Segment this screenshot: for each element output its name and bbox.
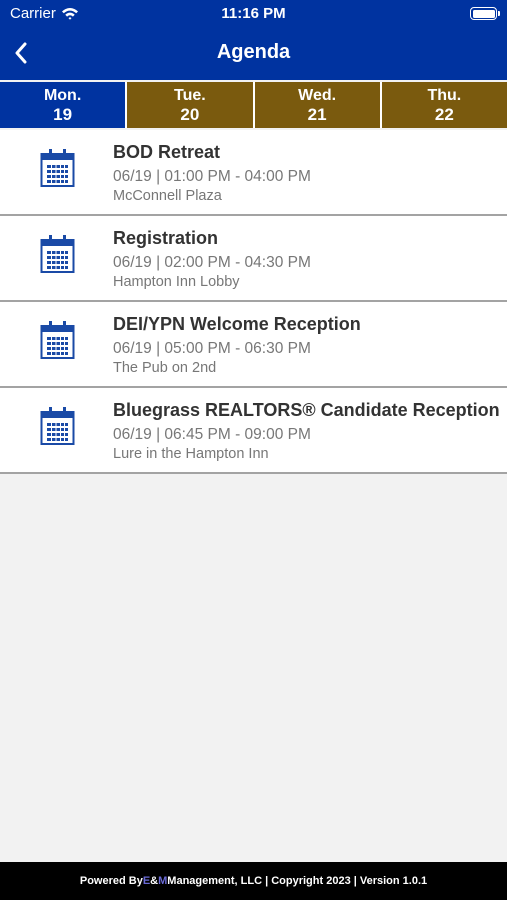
app-header: Carrier 11:16 PM Agenda bbox=[0, 0, 507, 80]
day-tabs: Mon. 19 Tue. 20 Wed. 21 Thu. 22 bbox=[0, 82, 507, 128]
event-title: BOD Retreat bbox=[113, 142, 221, 162]
footer-prefix: Powered By bbox=[79, 875, 143, 887]
event-title: Registration bbox=[113, 228, 219, 248]
battery-icon bbox=[470, 7, 500, 20]
agenda-item[interactable]: DEI/YPN Welcome Reception 06/19 | 05:00 … bbox=[0, 302, 507, 388]
tab-day-label: Thu. bbox=[427, 86, 462, 104]
footer-brand-m: M bbox=[158, 875, 168, 887]
event-title: Bluegrass REALTORS® Candidate Reception bbox=[113, 400, 500, 420]
event-time: 06/19 | 02:00 PM - 04:30 PM bbox=[113, 254, 311, 271]
footer-copyright: Management, LLC | Copyright 2023 | Versi… bbox=[167, 875, 428, 887]
status-bar: Carrier 11:16 PM bbox=[0, 0, 507, 28]
tab-date-label: 21 bbox=[307, 104, 327, 124]
calendar-icon bbox=[40, 149, 75, 187]
event-time: 06/19 | 06:45 PM - 09:00 PM bbox=[113, 426, 311, 443]
tab-day-label: Tue. bbox=[174, 86, 206, 104]
event-title: DEI/YPN Welcome Reception bbox=[113, 314, 361, 334]
event-location: Hampton Inn Lobby bbox=[113, 274, 240, 290]
calendar-icon bbox=[40, 407, 75, 445]
calendar-icon bbox=[40, 235, 75, 273]
tab-date-label: 22 bbox=[434, 104, 454, 124]
page-title: Agenda bbox=[216, 41, 291, 63]
event-time: 06/19 | 01:00 PM - 04:00 PM bbox=[113, 168, 311, 185]
tab-thu[interactable]: Thu. 22 bbox=[381, 82, 507, 128]
agenda-list: BOD Retreat 06/19 | 01:00 PM - 04:00 PM … bbox=[0, 130, 507, 474]
tab-day-label: Wed. bbox=[298, 86, 337, 104]
tab-tue[interactable]: Tue. 20 bbox=[127, 82, 253, 128]
event-location: McConnell Plaza bbox=[113, 188, 222, 204]
tab-day-label: Mon. bbox=[43, 86, 82, 104]
agenda-item[interactable]: Registration 06/19 | 02:00 PM - 04:30 PM… bbox=[0, 216, 507, 302]
event-location: The Pub on 2nd bbox=[113, 360, 217, 376]
nav-bar: Agenda bbox=[0, 28, 507, 80]
event-location: Lure in the Hampton Inn bbox=[113, 446, 269, 462]
tab-date-label: 19 bbox=[53, 104, 73, 124]
tab-date-label: 20 bbox=[180, 104, 200, 124]
tab-wed[interactable]: Wed. 21 bbox=[254, 82, 380, 128]
agenda-item[interactable]: Bluegrass REALTORS® Candidate Reception … bbox=[0, 388, 507, 474]
event-time: 06/19 | 05:00 PM - 06:30 PM bbox=[113, 340, 311, 357]
footer-brand-e: E bbox=[142, 875, 151, 887]
calendar-icon bbox=[40, 321, 75, 359]
tab-mon[interactable]: Mon. 19 bbox=[0, 82, 126, 128]
status-time: 11:16 PM bbox=[221, 5, 286, 22]
agenda-item[interactable]: BOD Retreat 06/19 | 01:00 PM - 04:00 PM … bbox=[0, 130, 507, 216]
footer: Powered By E & M Management, LLC | Copyrig… bbox=[0, 862, 507, 900]
footer-brand-amp: & bbox=[150, 875, 159, 887]
